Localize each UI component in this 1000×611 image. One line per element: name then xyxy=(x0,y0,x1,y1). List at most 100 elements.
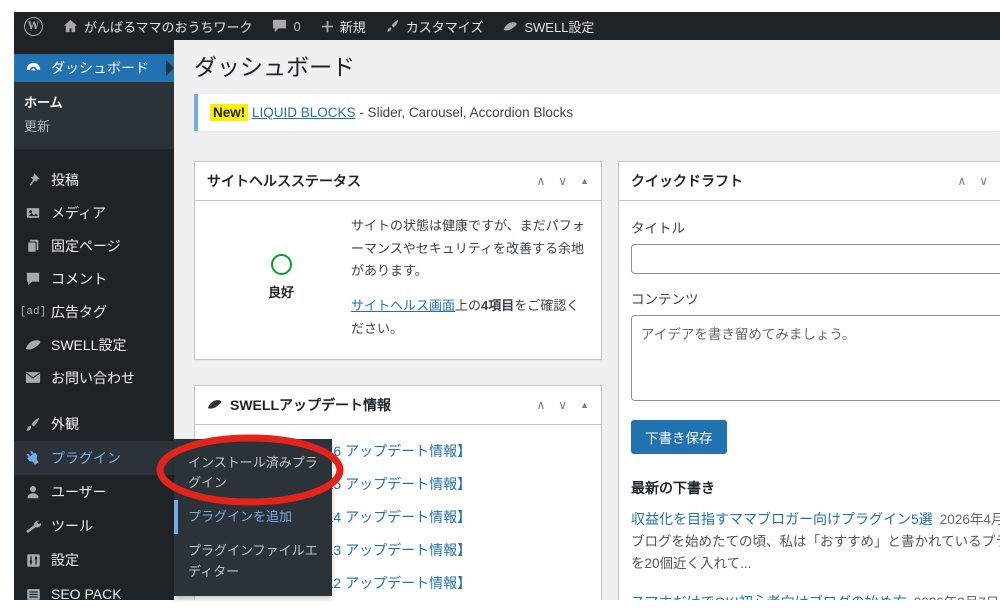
admin-sidebar: ダッシュボード ホーム 更新 投稿 メディア 固定ページ コメント [ad] 広… xyxy=(14,40,332,602)
swell-icon xyxy=(503,20,518,33)
sidebar-item-label: 外観 xyxy=(51,416,79,432)
visit-site-link[interactable]: がんばるママのおうちワーク xyxy=(53,12,262,40)
user-icon xyxy=(24,483,42,501)
sidebar-item-label: メディア xyxy=(51,204,107,221)
move-down-control[interactable]: ∨ xyxy=(558,398,567,412)
health-status-label: 良好 xyxy=(267,285,294,301)
envelope-icon xyxy=(24,369,42,387)
new-content-menu[interactable]: 新規 xyxy=(311,12,376,40)
new-label: 新規 xyxy=(339,19,366,35)
submenu-item-updates[interactable]: 更新 xyxy=(14,115,174,139)
sidebar-item-ad-tags[interactable]: [ad] 広告タグ xyxy=(14,295,174,328)
sidebar-item-label: ダッシュボード xyxy=(51,60,149,76)
collapse-control[interactable]: ▲ xyxy=(580,176,589,186)
sidebar-item-comments[interactable]: コメント xyxy=(14,262,174,295)
flyout-item-add-plugin[interactable]: プラグインを追加 xyxy=(174,500,332,535)
wrench-icon xyxy=(24,517,42,535)
plugins-flyout-menu: インストール済みプラグイン プラグインを追加 プラグインファイルエディター xyxy=(174,439,332,596)
submenu-item-home[interactable]: ホーム xyxy=(14,91,174,115)
health-check-note: サイトヘルス画面上の4項目をご確認ください。 xyxy=(351,298,580,336)
customize-shortcut[interactable]: カスタマイズ xyxy=(376,12,494,40)
sidebar-item-label: 固定ページ xyxy=(51,237,121,254)
move-down-control[interactable]: ∨ xyxy=(558,174,567,188)
liquid-blocks-link[interactable]: LIQUID BLOCKS xyxy=(252,105,356,120)
sidebar-item-plugins[interactable]: プラグイン xyxy=(14,441,174,475)
pages-icon xyxy=(24,237,42,255)
sidebar-item-settings[interactable]: 設定 xyxy=(14,543,174,577)
sidebar-item-dashboard[interactable]: ダッシュボード xyxy=(14,54,174,82)
draft-date: 2026年3月7日 xyxy=(914,595,1000,600)
sidebar-item-contact[interactable]: お問い合わせ xyxy=(14,361,174,394)
wp-logo-menu[interactable]: W xyxy=(14,12,53,40)
site-health-screen-link[interactable]: サイトヘルス画面 xyxy=(351,298,455,313)
draft-excerpt: を20個近く入れて... xyxy=(631,556,752,572)
sidebar-item-label: 広告タグ xyxy=(51,303,107,320)
move-down-control[interactable]: ∨ xyxy=(979,174,988,188)
swell-icon xyxy=(24,336,42,354)
swell-icon xyxy=(207,398,223,411)
sidebar-item-label: 投稿 xyxy=(51,171,79,188)
pushpin-icon xyxy=(24,171,42,189)
site-health-widget-title: サイトヘルスステータス xyxy=(207,172,361,189)
draft-date: 2026年4月3日 xyxy=(939,511,1000,527)
comment-bubble-icon xyxy=(272,19,287,33)
list-document-icon xyxy=(24,585,42,603)
swell-settings-shortcut[interactable]: SWELL設定 xyxy=(493,12,604,40)
sidebar-item-tools[interactable]: ツール xyxy=(14,509,174,543)
page-title: ダッシュボード xyxy=(194,54,355,80)
sidebar-item-swell-settings[interactable]: SWELL設定 xyxy=(14,328,174,361)
new-badge: New! xyxy=(210,103,249,121)
swell-settings-label: SWELL設定 xyxy=(524,19,595,35)
media-icon xyxy=(24,204,42,222)
customize-label: カスタマイズ xyxy=(405,19,484,35)
sidebar-item-label: お問い合わせ xyxy=(51,369,135,386)
swell-updates-widget-title: SWELLアップデート情報 xyxy=(230,396,391,413)
site-health-widget: サイトヘルスステータス ∧ ∨ ▲ 良好 サイトの状態は健康ですが、まだパフォー… xyxy=(194,160,602,360)
appearance-brush-icon xyxy=(24,415,42,433)
draft-link[interactable]: スマホだけでOK!初心者向けブログの始め方 xyxy=(631,594,907,600)
sidebar-item-appearance[interactable]: 外観 xyxy=(14,407,174,441)
sidebar-item-posts[interactable]: 投稿 xyxy=(14,163,174,196)
site-name: がんばるママのおうちワーク xyxy=(84,19,253,35)
move-up-control[interactable]: ∧ xyxy=(536,174,545,188)
sidebar-item-label: コメント xyxy=(51,270,107,287)
sidebar-item-media[interactable]: メディア xyxy=(14,196,174,229)
move-up-control[interactable]: ∧ xyxy=(536,398,545,412)
flyout-item-installed-plugins[interactable]: インストール済みプラグイン xyxy=(174,446,332,500)
draft-title-label: タイトル xyxy=(631,220,685,236)
plus-icon xyxy=(321,20,334,33)
settings-sliders-icon xyxy=(24,551,42,569)
comments-shortcut[interactable]: 0 xyxy=(262,12,310,40)
draft-content-label: コンテンツ xyxy=(631,291,699,307)
collapse-control[interactable]: ▲ xyxy=(580,400,589,410)
wp-admin-viewport: W がんばるママのおうちワーク 0 新規 カスタマイズ SWELL設定 ダッシュ… xyxy=(14,12,1000,602)
save-draft-button[interactable]: 下書き保存 xyxy=(631,419,727,454)
sidebar-item-users[interactable]: ユーザー xyxy=(14,475,174,509)
draft-entry: 収益化を目指すママブロガー向けプラグイン5選 2026年4月3日 ブログを始めたて… xyxy=(631,508,1000,576)
wordpress-logo-icon: W xyxy=(24,16,43,36)
banner-text: - Slider, Carousel, Accordion Blocks xyxy=(355,104,574,120)
health-status-ring-icon xyxy=(270,254,292,276)
sidebar-item-label: SWELL設定 xyxy=(51,336,127,353)
draft-content-textarea[interactable] xyxy=(631,314,1000,401)
liquid-blocks-banner: New! LIQUID BLOCKS - Slider, Carousel, A… xyxy=(194,93,1000,131)
comment-icon xyxy=(24,270,42,288)
sidebar-item-pages[interactable]: 固定ページ xyxy=(14,229,174,262)
comment-count: 0 xyxy=(293,18,301,34)
brush-icon xyxy=(386,19,400,33)
sidebar-item-label: ユーザー xyxy=(51,484,107,500)
dashboard-submenu: ホーム 更新 xyxy=(14,82,174,149)
move-up-control[interactable]: ∧ xyxy=(957,174,966,188)
health-description: サイトの状態は健康ですが、まだパフォーマンスやセキュリティを改善する余地がありま… xyxy=(351,217,585,279)
quick-draft-widget-title: クイックドラフト xyxy=(631,172,743,189)
draft-entry: スマホだけでOK!初心者向けブログの始め方2026年3月7日 ブログって難しそう… xyxy=(631,591,1000,600)
draft-link[interactable]: 収益化を目指すママブロガー向けプラグイン5選 xyxy=(631,511,933,527)
plugin-icon xyxy=(24,449,42,467)
ad-tag-icon: [ad] xyxy=(19,305,47,318)
sidebar-item-seo-pack[interactable]: SEO PACK xyxy=(14,577,174,611)
flyout-item-plugin-file-editor[interactable]: プラグインファイルエディター xyxy=(174,534,332,588)
draft-title-input[interactable] xyxy=(631,243,1000,274)
quick-draft-widget: クイックドラフト ∧ ∨ ▲ タイトル コンテンツ xyxy=(618,160,1000,600)
admin-bar: W がんばるママのおうちワーク 0 新規 カスタマイズ SWELL設定 xyxy=(14,12,1000,40)
draft-excerpt: ブログを始めたての頃、私は「おすすめ」と書かれているプラグ xyxy=(631,533,1000,549)
